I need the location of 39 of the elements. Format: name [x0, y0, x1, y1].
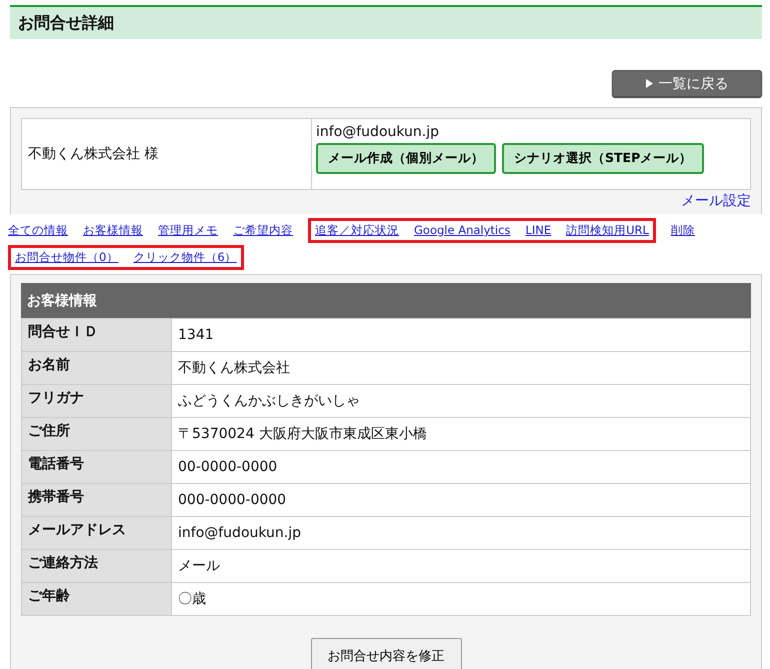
field-label: 携帯番号 — [22, 483, 172, 516]
tab-link[interactable]: LINE — [525, 223, 552, 238]
field-label: ご連絡方法 — [22, 549, 172, 582]
field-value: 〒5370024 大阪府大阪市東成区東小橋 — [172, 417, 750, 450]
field-label: 問合せＩＤ — [22, 318, 172, 351]
tab-link[interactable]: 削除 — [670, 223, 695, 238]
customer-name: 不動くん株式会社 様 — [22, 119, 312, 189]
field-label: ご年齢 — [22, 582, 172, 615]
mail-button[interactable]: メール作成（個別メール） — [316, 143, 496, 174]
field-label: 電話番号 — [22, 450, 172, 483]
field-value: ふどうくんかぶしきがいしゃ — [172, 384, 750, 417]
field-label: お名前 — [22, 351, 172, 384]
page-title: お問合せ詳細 — [10, 5, 762, 39]
tab-link[interactable]: Google Analytics — [414, 223, 510, 238]
triangle-icon — [646, 79, 652, 88]
mail-settings-link[interactable]: メール設定 — [681, 192, 751, 210]
field-value: 00-0000-0000 — [172, 450, 750, 483]
field-value: 〇歳 — [172, 582, 750, 615]
field-value: info@fudoukun.jp — [172, 516, 750, 549]
tab-link[interactable]: クリック物件（6） — [133, 250, 237, 265]
email-text: info@fudoukun.jp — [316, 124, 440, 140]
tab-link[interactable]: ご希望内容 — [233, 223, 293, 238]
tab-link[interactable]: 管理用メモ — [158, 223, 218, 238]
edit-button[interactable]: お問合せ内容を修正 — [310, 638, 462, 669]
tab-link[interactable]: お問合せ物件（0） — [15, 250, 118, 265]
field-label: メールアドレス — [22, 516, 172, 549]
tab-link[interactable]: 全ての情報 — [8, 223, 68, 238]
field-value: 1341 — [172, 318, 750, 351]
tab-link[interactable]: 追客／対応状況 — [315, 223, 399, 238]
mail-button[interactable]: シナリオ選択（STEPメール） — [502, 143, 704, 174]
tab-link[interactable]: 訪問検知用URL — [566, 223, 649, 238]
section-title: お客様情報 — [21, 283, 751, 318]
field-value: 不動くん株式会社 — [172, 351, 750, 384]
field-value: メール — [172, 549, 750, 582]
field-value: 000-0000-0000 — [172, 483, 750, 516]
field-label: フリガナ — [22, 384, 172, 417]
field-label: ご住所 — [22, 417, 172, 450]
back-button[interactable]: 一覧に戻る — [612, 70, 762, 97]
tab-link[interactable]: お客様情報 — [83, 223, 143, 238]
